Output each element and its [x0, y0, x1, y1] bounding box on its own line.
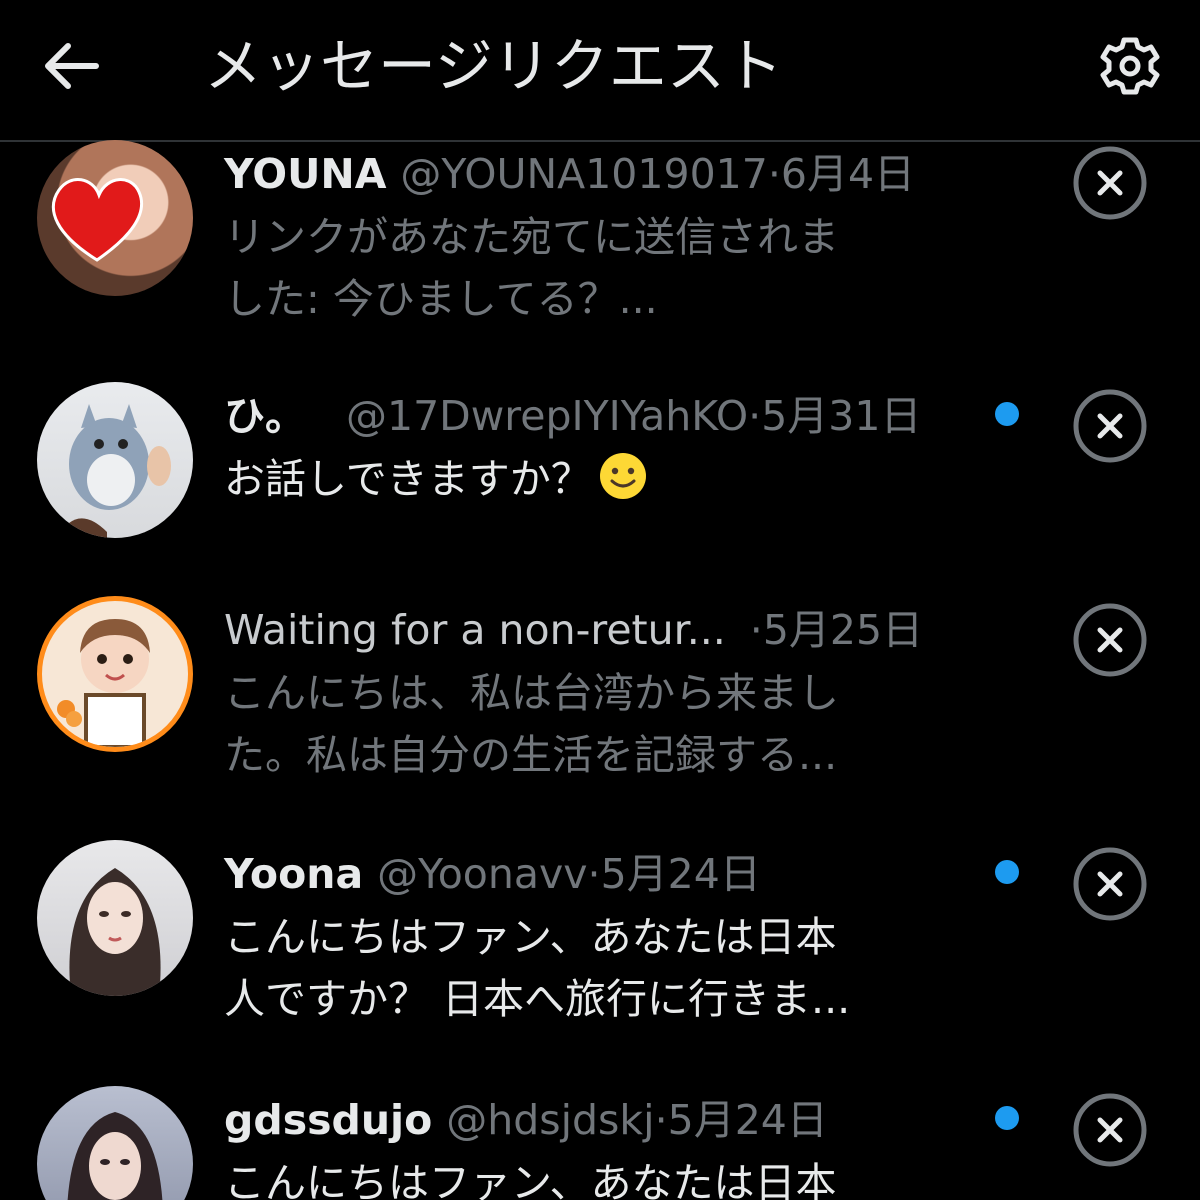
message-request-row[interactable]: YOUNA @YOUNA1019017·6月4日 リンクがあなた宛てに送信されま …	[0, 140, 1200, 380]
date: 5月31日	[761, 392, 922, 440]
separator-dot: ·	[654, 1096, 668, 1144]
message-request-row[interactable]: gdssdujo @hdsjdskj·5月24日 こんにちはファン、あなたは日本	[0, 1086, 1200, 1200]
avatar[interactable]	[37, 1086, 193, 1200]
avatar[interactable]	[37, 140, 193, 296]
child-illustration-photo	[57, 619, 150, 747]
display-name: YOUNA	[224, 150, 387, 198]
unread-indicator	[995, 1106, 1019, 1130]
request-header-line: YOUNA @YOUNA1019017·6月4日	[224, 144, 915, 204]
heart-sticker-icon	[51, 178, 144, 262]
message-line: した: 今ひましてる？...	[224, 275, 658, 323]
separator-dot: ·	[587, 850, 601, 898]
message-line: こんにちはファン、あなたは日本	[224, 913, 837, 961]
display-name: Waiting for a non-retur...	[224, 606, 726, 654]
request-header-line: Waiting for a non-retur... ·5月25日	[224, 600, 923, 660]
message-preview: リンクがあなた宛てに送信されま した: 今ひましてる？...	[224, 206, 944, 330]
date: 5月25日	[762, 606, 924, 654]
message-request-row[interactable]: ひ。 @17DwrepIYIYahKO·5月31日 お話しできますか？	[0, 382, 1200, 622]
message-line: こんにちは、私は台湾から来まし	[224, 669, 839, 717]
avatar[interactable]	[37, 382, 193, 538]
slightly-smiling-face-icon	[599, 453, 646, 499]
display-name: ひ。	[224, 392, 306, 440]
request-header-line: Yoona @Yoonavv·5月24日	[224, 844, 761, 904]
close-circle-icon	[1073, 1093, 1147, 1167]
separator-dot: ·	[749, 606, 763, 654]
request-header-line: ひ。 @17DwrepIYIYahKO·5月31日	[224, 386, 921, 446]
avatar[interactable]	[37, 840, 193, 996]
portrait-illustration-photo	[67, 1112, 163, 1200]
back-button[interactable]	[36, 30, 108, 102]
page-title: メッセージリクエスト	[204, 32, 783, 100]
header-bar: メッセージリクエスト	[0, 0, 1200, 142]
portrait-illustration-photo	[69, 868, 161, 996]
dismiss-button[interactable]	[1072, 602, 1148, 678]
back-arrow-icon	[45, 43, 99, 89]
close-circle-icon	[1073, 389, 1147, 463]
settings-button[interactable]	[1090, 26, 1170, 106]
unread-indicator	[995, 860, 1019, 884]
date: 6月4日	[780, 150, 916, 198]
message-preview: お話しできますか？	[224, 448, 944, 510]
separator-dot: ·	[767, 150, 781, 198]
message-line: リンクがあなた宛てに送信されま	[224, 213, 839, 261]
unread-indicator	[995, 402, 1019, 426]
handle: @hdsjdskj	[446, 1096, 655, 1144]
display-name: Yoona	[224, 850, 364, 898]
avatar[interactable]	[37, 596, 193, 752]
separator-dot: ·	[748, 392, 762, 440]
message-request-row[interactable]: Waiting for a non-retur... ·5月25日 こんにちは、私…	[0, 596, 1200, 836]
display-name: gdssdujo	[224, 1096, 433, 1144]
dismiss-button[interactable]	[1072, 1092, 1148, 1168]
request-header-line: gdssdujo @hdsjdskj·5月24日	[224, 1090, 828, 1150]
handle: @17DwrepIYIYahKO	[346, 392, 749, 440]
dismiss-button[interactable]	[1072, 145, 1148, 221]
close-circle-icon	[1073, 146, 1147, 220]
message-request-row[interactable]: Yoona @Yoonavv·5月24日 こんにちはファン、あなたは日本 人ですか…	[0, 840, 1200, 1080]
message-preview: こんにちはファン、あなたは日本	[224, 1152, 944, 1200]
handle: @Yoonavv	[377, 850, 588, 898]
message-line: こんにちはファン、あなたは日本	[224, 1159, 837, 1200]
message-preview: こんにちはファン、あなたは日本 人ですか？ 日本へ旅行に行きま...	[224, 906, 944, 1030]
message-line: 人ですか？ 日本へ旅行に行きま...	[224, 975, 851, 1023]
date: 5月24日	[667, 1096, 828, 1144]
message-preview: こんにちは、私は台湾から来まし た。私は自分の生活を記録する...	[224, 662, 944, 786]
message-line: お話しできますか？	[224, 448, 944, 510]
dismiss-button[interactable]	[1072, 846, 1148, 922]
dismiss-button[interactable]	[1072, 388, 1148, 464]
close-circle-icon	[1073, 603, 1147, 677]
date: 5月24日	[600, 850, 761, 898]
gear-icon	[1100, 37, 1160, 95]
plush-toy-photo	[57, 404, 171, 538]
message-line: た。私は自分の生活を記録する...	[224, 731, 838, 779]
close-circle-icon	[1073, 847, 1147, 921]
handle: @YOUNA1019017	[400, 150, 768, 198]
